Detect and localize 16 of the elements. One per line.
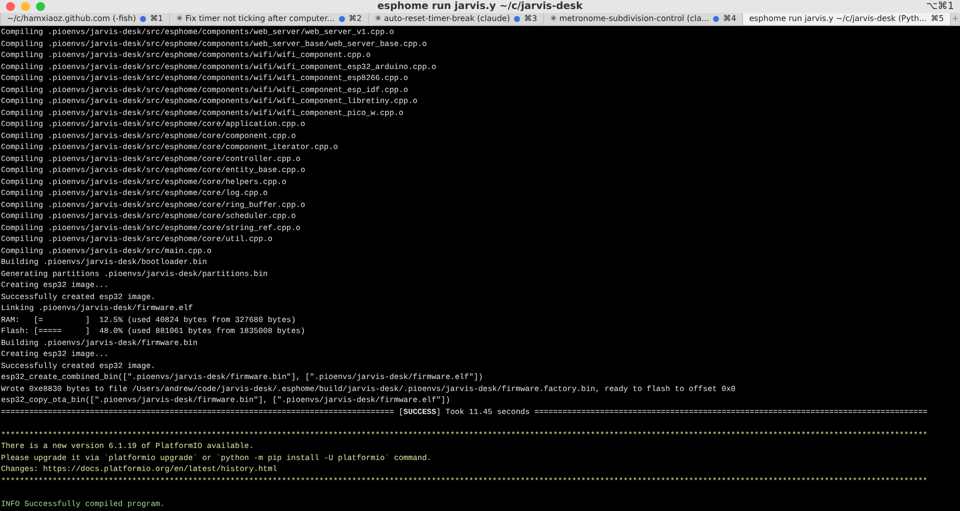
tab-shortcut: ⌘4 [723,14,736,24]
close-button[interactable] [6,2,15,11]
tab-shortcut: ⌘5 [930,14,944,24]
window-shortcut: ⌥⌘1 [925,0,954,12]
tab-title: ✳ metronome-subdivision-control (cla... [550,14,710,24]
window-title: esphome run jarvis.y ~/c/jarvis-desk [377,0,583,12]
tab-shortcut: ⌘3 [524,14,538,24]
tab-shortcut: ⌘1 [150,14,164,24]
terminal-tab[interactable]: esphome run jarvis.y ~/c/jarvis-desk (Pyth... ⌘5 [742,12,950,25]
minimize-button[interactable] [21,2,30,11]
tab-shortcut: ⌘2 [348,14,362,24]
tab-title: ✳ auto-reset-timer-break (claude) [374,14,510,24]
zoom-button[interactable] [36,2,45,11]
tab-title: esphome run jarvis.y ~/c/jarvis-desk (Pyth... [749,14,927,24]
tab-title: ~/c/hamxiaoz.github.com (-fish) [7,14,136,24]
tab-title: ✳ Fix timer not ticking after computer... [176,14,335,24]
